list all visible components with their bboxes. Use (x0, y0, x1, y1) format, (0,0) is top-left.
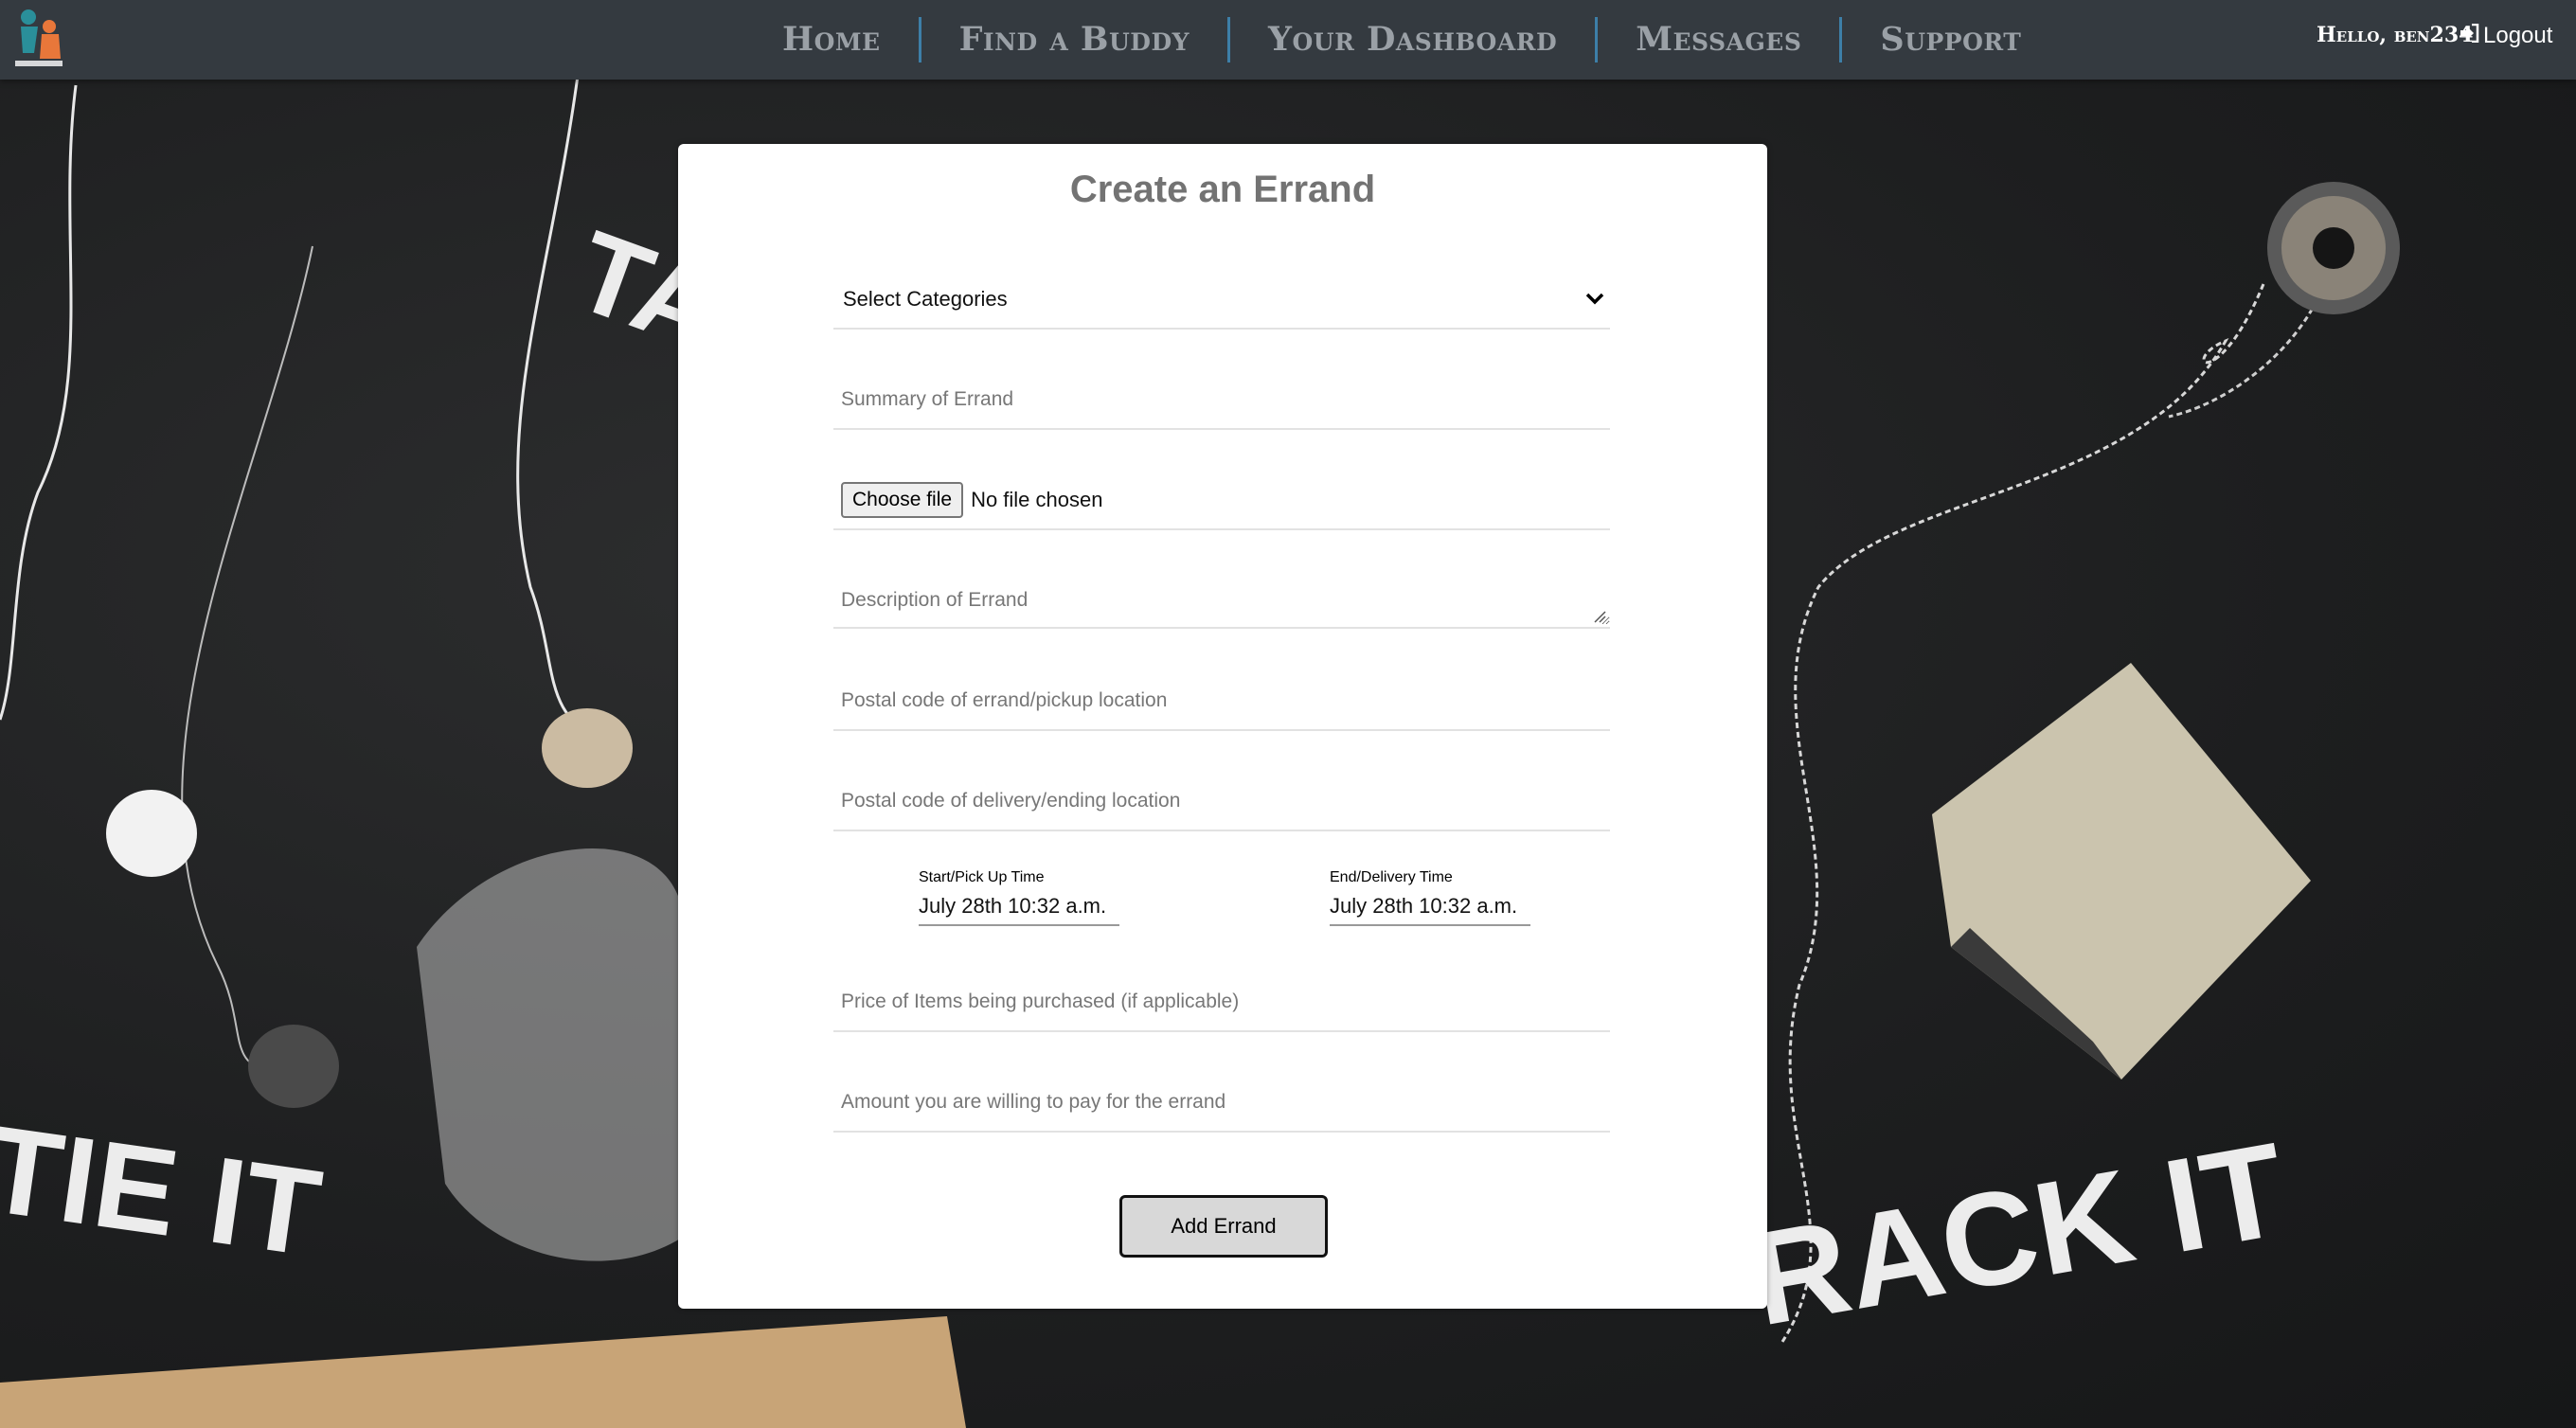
pickup-postal-field (833, 672, 1610, 731)
add-errand-button[interactable]: Add Errand (1119, 1195, 1328, 1258)
start-time-label: Start/Pick Up Time (919, 869, 1045, 885)
carry-buddy-logo-icon[interactable] (11, 6, 66, 70)
choose-file-button[interactable]: Choose file (841, 482, 964, 518)
category-select-value: Select Categories (843, 287, 1008, 311)
delivery-postal-input[interactable] (833, 773, 1610, 830)
top-navbar: Home Find a Buddy Your Dashboard Message… (0, 0, 2576, 80)
start-time-group: Start/Pick Up Time July 28th 10:32 a.m. (919, 869, 1119, 926)
bg-word-tie-it: TIE IT (0, 1098, 329, 1282)
sign-out-icon (2459, 23, 2479, 49)
nav-your-dashboard[interactable]: Your Dashboard (1227, 17, 1595, 62)
delivery-postal-field (833, 773, 1610, 831)
price-input[interactable] (833, 973, 1610, 1030)
summary-field (833, 371, 1610, 430)
main-nav: Home Find a Buddy Your Dashboard Message… (744, 0, 2059, 80)
page-title: Create an Errand (1069, 169, 1376, 210)
end-time-label: End/Delivery Time (1330, 869, 1453, 885)
chevron-down-icon (1585, 292, 1604, 307)
logout-label: Logout (2483, 23, 2553, 48)
nav-find-a-buddy[interactable]: Find a Buddy (918, 17, 1227, 62)
pickup-postal-input[interactable] (833, 672, 1610, 729)
end-time-group: End/Delivery Time July 28th 10:32 a.m. (1330, 869, 1530, 926)
summary-input[interactable] (833, 371, 1610, 428)
description-input[interactable] (833, 570, 1610, 625)
resize-grip-icon[interactable] (1593, 610, 1606, 623)
amount-field (833, 1074, 1610, 1133)
price-field (833, 973, 1610, 1032)
nav-support[interactable]: Support (1839, 17, 2059, 62)
start-time-picker[interactable]: July 28th 10:32 a.m. (919, 894, 1119, 926)
file-status: No file chosen (971, 488, 1103, 511)
description-field (833, 570, 1610, 629)
bg-word-rack-it: RACK IT (1741, 1114, 2296, 1353)
nav-messages[interactable]: Messages (1595, 17, 1839, 62)
logout-button[interactable]: Logout (2459, 23, 2552, 49)
end-time-picker[interactable]: July 28th 10:32 a.m. (1330, 894, 1530, 926)
nav-home[interactable]: Home (744, 17, 919, 62)
category-select[interactable]: Select Categories (833, 271, 1610, 330)
amount-input[interactable] (833, 1074, 1610, 1131)
create-errand-card: Create an Errand Select Categories Choos… (678, 144, 1767, 1309)
user-greeting: Hello, ben234 (2317, 23, 2474, 47)
file-field: Choose file No file chosen (833, 472, 1610, 530)
